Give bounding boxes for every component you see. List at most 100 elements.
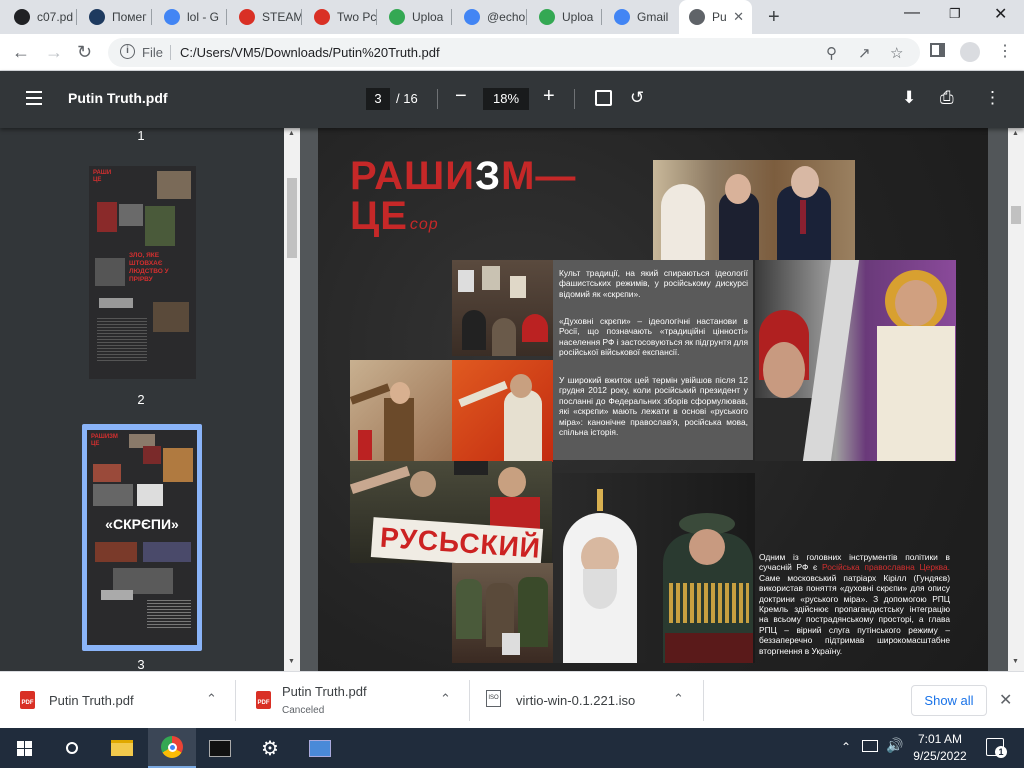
thumbnail-page-2[interactable]: РАШИ ЦЕ ЗЛО, ЯКЕ ШТОВХАЄ ЛЮДСТВО У ПРІРВУ: [89, 166, 196, 379]
new-tab-button[interactable]: +: [768, 6, 780, 29]
print-icon[interactable]: ⎙: [940, 88, 954, 108]
tab-favicon-icon: [14, 9, 30, 25]
profile-avatar-icon[interactable]: [960, 42, 980, 62]
photo-military-parade-crowd: [452, 563, 553, 663]
download-icon[interactable]: ⬇: [902, 88, 916, 108]
start-button[interactable]: [0, 728, 48, 768]
tab-separator: [451, 9, 452, 25]
tab-separator: [301, 9, 302, 25]
pdf-toolbar: Putin Truth.pdf 3 / 16 − 18% + ↺ ⬇ ⎙ ⋮: [0, 71, 1024, 128]
intro-paragraph-2: «Духовні скрєпи» – ідеологічні настанови…: [559, 316, 748, 358]
tab-separator: [76, 9, 77, 25]
photo-immortal-regiment: [452, 260, 553, 356]
taskbar-settings[interactable]: ⚙: [246, 728, 294, 768]
share-icon[interactable]: ↗: [858, 44, 871, 62]
main-scroll-thumb[interactable]: [1011, 206, 1021, 224]
download-item-2[interactable]: PDF Putin Truth.pdf Canceled ⌃: [236, 672, 470, 729]
intro-paragraph-3: У широкий вжиток цей термін увійшов післ…: [559, 375, 748, 438]
tab-favicon-icon: [389, 9, 405, 25]
photo-patriarch-and-minister: [553, 473, 755, 663]
side-panel-icon[interactable]: [930, 43, 945, 57]
divider: [437, 89, 438, 109]
thumbnail-label-3: 3: [137, 657, 145, 671]
scroll-up-icon[interactable]: ▲: [288, 130, 295, 137]
divider: [170, 45, 171, 60]
chevron-up-icon[interactable]: ⌃: [440, 691, 451, 707]
download-name: Putin Truth.pdf: [49, 693, 134, 708]
tab-strip: c07.pd Помег lol - G STEAM Two Pc Uploa @echo U…: [0, 0, 1024, 34]
rotate-icon[interactable]: ↺: [630, 88, 644, 108]
browser-tab[interactable]: Pu ✕: [679, 0, 752, 34]
tab-label: c07.pd: [37, 10, 74, 24]
close-window-icon[interactable]: ✕: [994, 4, 1007, 24]
notification-count: 1: [995, 746, 1007, 758]
tab-label: Two Pc: [337, 10, 377, 24]
sidebar-scroll-thumb[interactable]: [287, 178, 297, 258]
tab-label: Помег: [112, 10, 147, 24]
info-icon[interactable]: i: [120, 44, 135, 59]
download-item-3[interactable]: ISO virtio-win-0.1.221.iso ⌃: [470, 672, 704, 729]
zoom-input[interactable]: 18%: [483, 88, 529, 110]
scroll-down-icon[interactable]: ▼: [1012, 658, 1019, 665]
show-hidden-icons-icon[interactable]: ⌃: [841, 740, 851, 754]
show-all-button[interactable]: Show all: [911, 685, 987, 716]
zoom-in-icon[interactable]: +: [543, 85, 555, 108]
app-window-icon: [309, 739, 331, 757]
taskbar-chrome[interactable]: [148, 728, 196, 768]
chevron-up-icon[interactable]: ⌃: [673, 691, 684, 707]
pdf-file-icon: PDF: [256, 691, 271, 709]
forward-icon[interactable]: →: [45, 42, 63, 63]
scroll-up-icon[interactable]: ▲: [1012, 130, 1019, 137]
photo-nationalist-march: РУСЬСКИЙ: [350, 461, 552, 563]
browser-tab[interactable]: lol - G: [154, 0, 227, 34]
tab-label: Uploa: [562, 10, 594, 24]
download-item-1[interactable]: PDF Putin Truth.pdf ⌃: [0, 672, 236, 729]
browser-tab[interactable]: c07.pd: [4, 0, 77, 34]
divider: [574, 89, 575, 109]
address-bar[interactable]: i File C:/Users/VM5/Downloads/Putin%20Tr…: [108, 38, 920, 67]
page-number-input[interactable]: 3: [366, 88, 390, 110]
scroll-down-icon[interactable]: ▼: [288, 658, 295, 665]
sidebar-scrollbar[interactable]: ▲ ▼: [284, 128, 300, 671]
taskbar-app[interactable]: [296, 728, 344, 768]
taskbar-terminal[interactable]: [196, 728, 244, 768]
close-download-bar-icon[interactable]: ✕: [999, 690, 1012, 710]
system-clock[interactable]: 7:01 AM 9/25/2022: [905, 731, 975, 765]
browser-tab[interactable]: Gmail: [604, 0, 677, 34]
taskbar-file-explorer[interactable]: [98, 728, 146, 768]
photo-woman-stalin-icon: [755, 260, 956, 461]
thumbnail-page-3[interactable]: РАШИЗМ ЦЕ «СКРЄПИ»: [87, 430, 197, 645]
page-total: / 16: [396, 91, 418, 106]
fit-page-icon[interactable]: [595, 90, 612, 106]
download-name: virtio-win-0.1.221.iso: [516, 693, 636, 708]
browser-tab[interactable]: STEAM: [229, 0, 302, 34]
tab-label: Uploa: [412, 10, 444, 24]
browser-tab[interactable]: @echo: [454, 0, 527, 34]
browser-tab[interactable]: Uploa: [379, 0, 452, 34]
tab-favicon-icon: [464, 9, 480, 25]
url-text[interactable]: C:/Users/VM5/Downloads/Putin%20Truth.pdf: [180, 45, 440, 60]
download-name: Putin Truth.pdf: [282, 684, 367, 699]
search-button[interactable]: [48, 728, 96, 768]
more-options-icon[interactable]: ⋮: [984, 88, 1001, 108]
terminal-icon: [209, 739, 231, 757]
bookmark-star-icon[interactable]: ☆: [890, 44, 903, 62]
browser-tab[interactable]: Помег: [79, 0, 152, 34]
sidebar-menu-icon[interactable]: [26, 91, 42, 105]
network-icon[interactable]: [862, 740, 878, 752]
banner-text: РУСЬСКИЙ: [379, 521, 542, 563]
browser-menu-icon[interactable]: ⋮: [997, 41, 1013, 61]
browser-tab[interactable]: Two Pc: [304, 0, 377, 34]
volume-icon[interactable]: 🔊: [886, 737, 903, 754]
main-scrollbar[interactable]: ▲ ▼: [1008, 128, 1024, 671]
minimize-icon[interactable]: —: [904, 4, 920, 22]
zoom-icon[interactable]: ⚲: [826, 44, 837, 62]
close-tab-icon[interactable]: ✕: [733, 9, 744, 25]
reload-icon[interactable]: ↻: [77, 42, 92, 63]
browser-tab[interactable]: Uploa: [529, 0, 602, 34]
restore-icon[interactable]: ❐: [949, 6, 961, 22]
zoom-out-icon[interactable]: −: [455, 85, 467, 108]
pdf-viewer[interactable]: РАШИЗМ— ЦЕ сор Культ традиції, на який сп…: [300, 128, 1008, 671]
chevron-up-icon[interactable]: ⌃: [206, 691, 217, 707]
back-icon[interactable]: ←: [12, 42, 30, 63]
